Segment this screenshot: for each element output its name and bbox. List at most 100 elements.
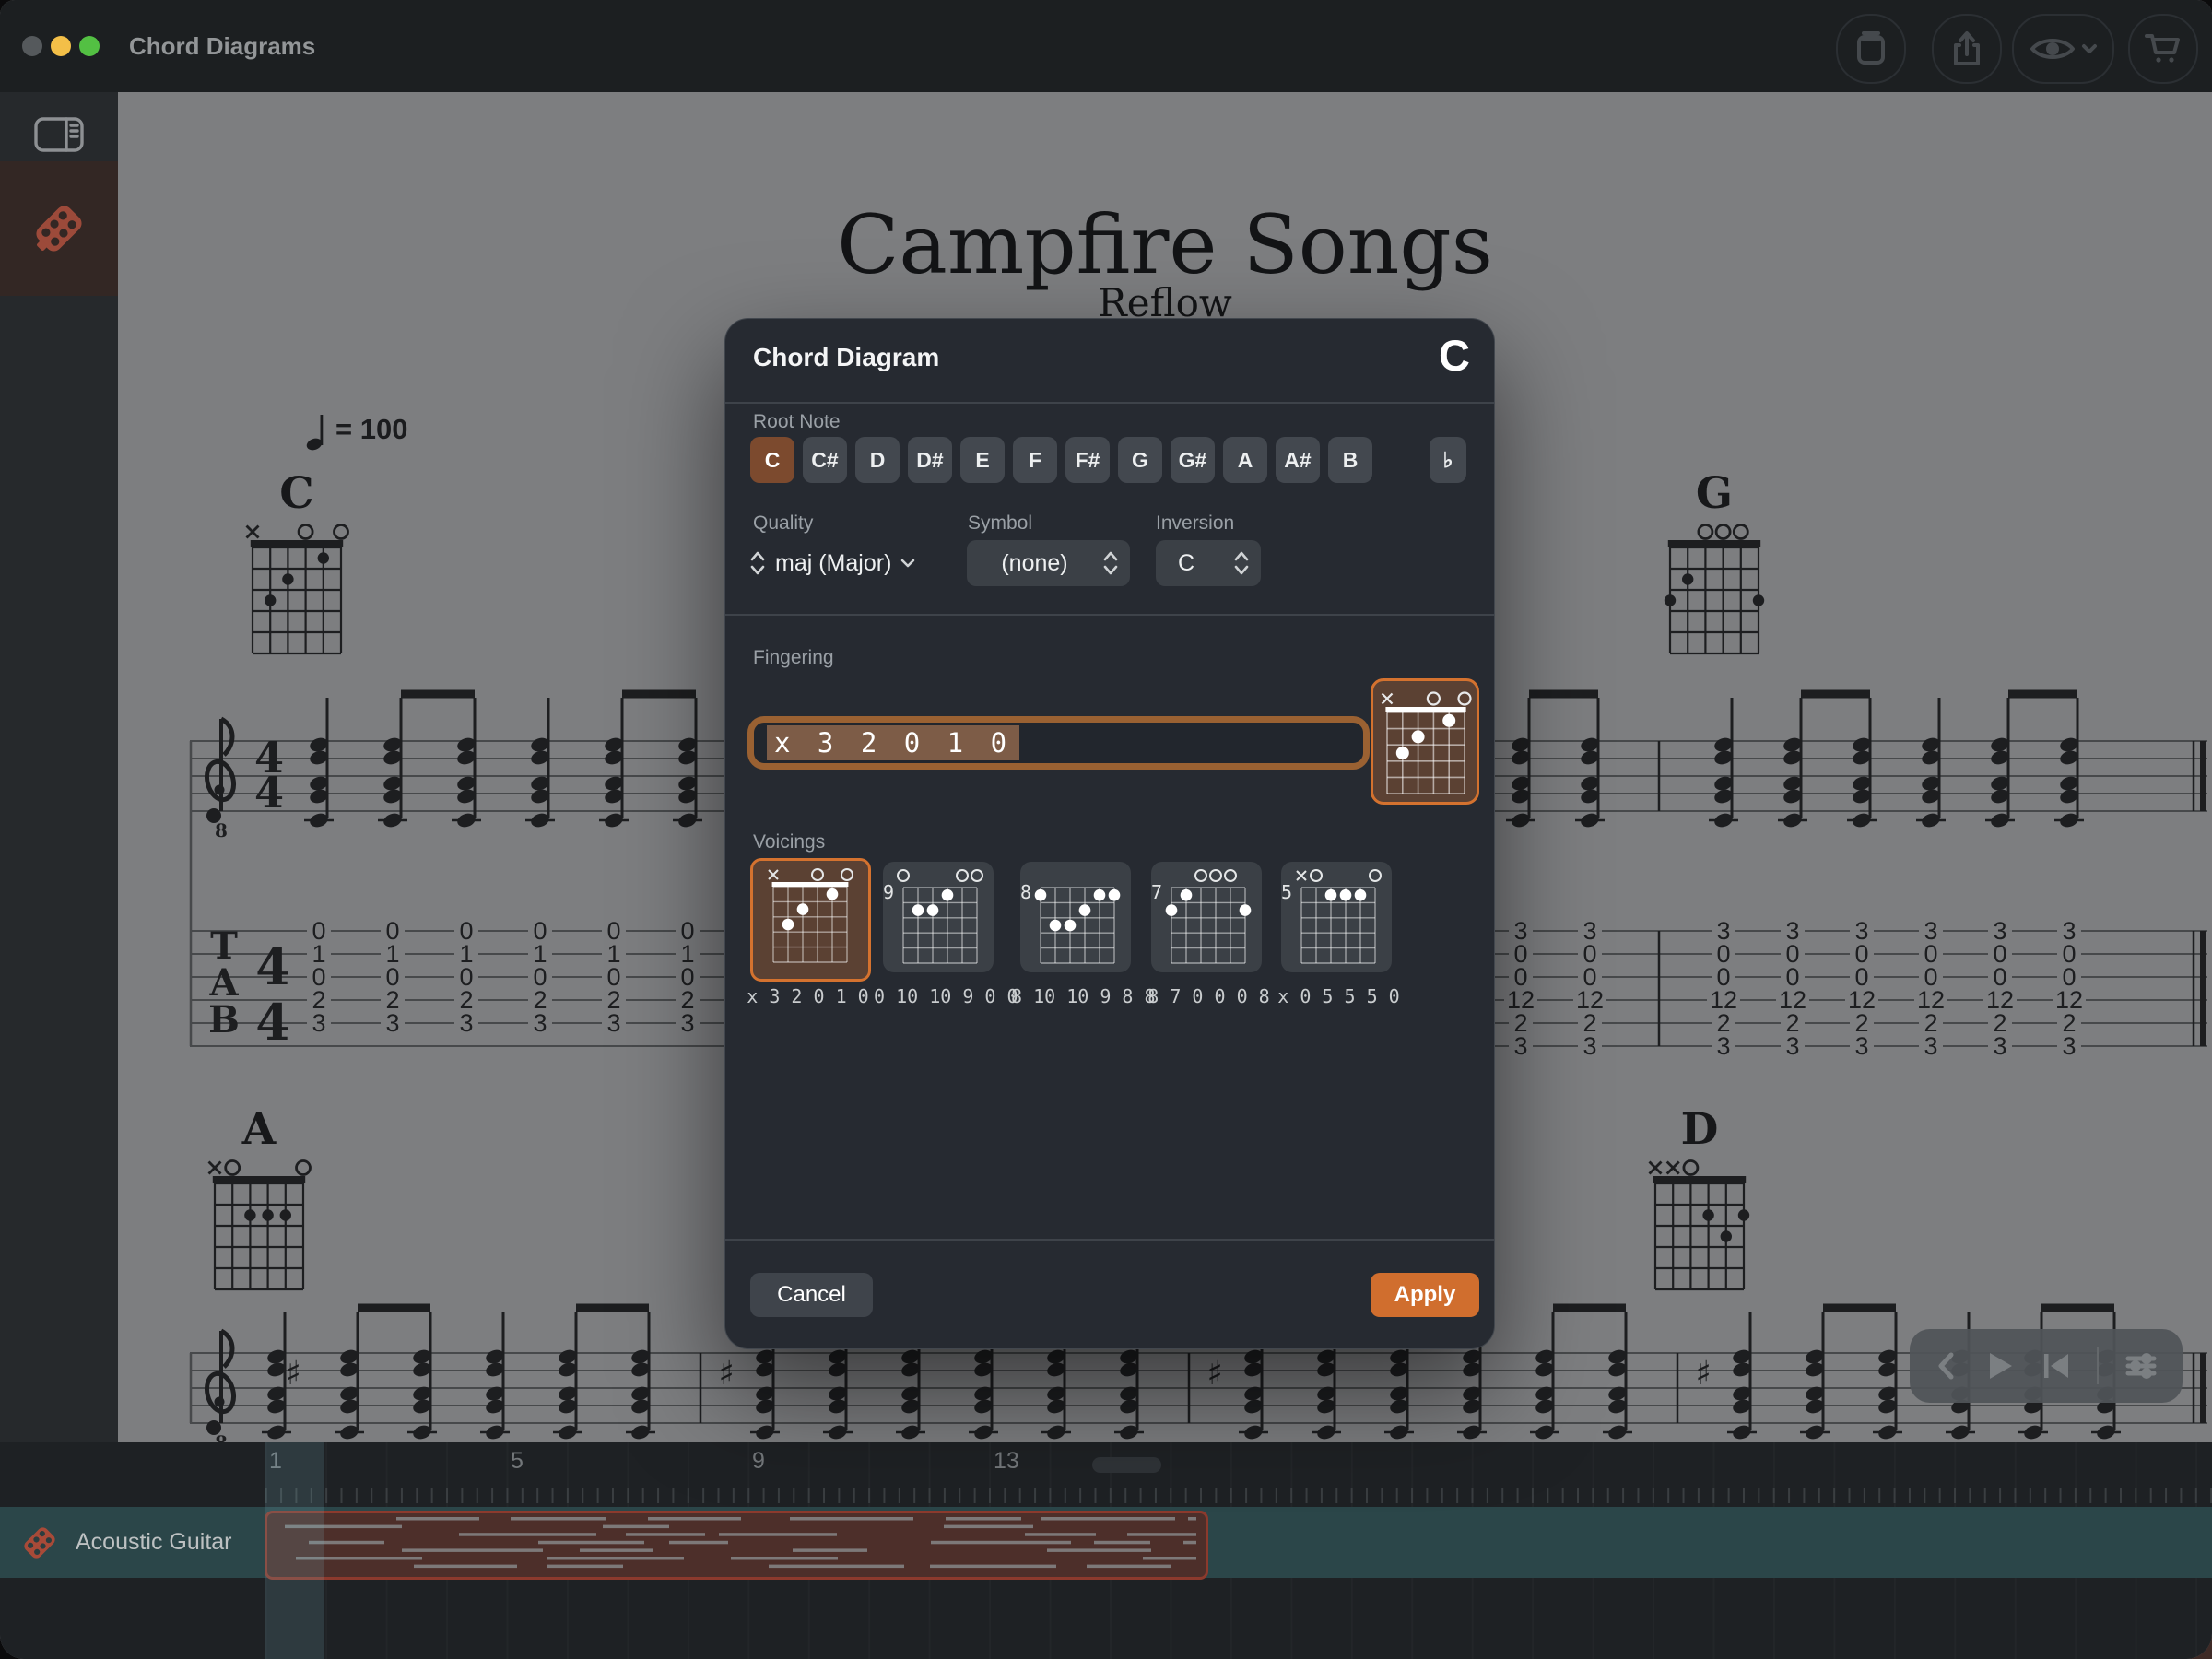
svg-text:4: 4 bbox=[254, 768, 284, 818]
track-clip[interactable] bbox=[265, 1511, 1208, 1580]
svg-text:4: 4 bbox=[255, 937, 290, 996]
root-note-row: CC#DD#EFF#GG#AA#B ♭ bbox=[725, 437, 1494, 485]
root-note-D[interactable]: D bbox=[855, 437, 900, 483]
printer-icon bbox=[1851, 29, 1891, 69]
score-chord-diagram-D: D bbox=[1635, 1104, 1764, 1301]
svg-text:8: 8 bbox=[215, 1431, 228, 1442]
voicing-caption-5: x 0 5 5 5 0 bbox=[1272, 985, 1406, 1007]
voicing-card-1[interactable] bbox=[750, 858, 871, 982]
stepper-icon bbox=[1233, 548, 1250, 578]
svg-text:3: 3 bbox=[1513, 1032, 1527, 1060]
root-note-C[interactable]: C bbox=[750, 437, 794, 483]
bar-number-9: 9 bbox=[752, 1448, 765, 1475]
inversion-label: Inversion bbox=[1156, 512, 1234, 535]
voicings-row: x 3 2 0 1 090 10 10 9 0 088 10 10 9 8 87… bbox=[750, 858, 1478, 1015]
voicings-label: Voicings bbox=[753, 831, 825, 853]
timeline-panel: 15913 Acoustic Guitar bbox=[0, 1442, 2212, 1659]
chevron-down-icon bbox=[900, 558, 915, 569]
play-icon[interactable] bbox=[1984, 1349, 2016, 1382]
svg-text:3: 3 bbox=[1924, 1032, 1937, 1060]
dialog-chord-symbol: C bbox=[1439, 330, 1470, 381]
skip-to-start-icon[interactable] bbox=[2041, 1349, 2072, 1382]
sidebar-track-guitar[interactable] bbox=[0, 161, 118, 296]
playhead[interactable] bbox=[265, 1442, 324, 1659]
voicing-card-2[interactable]: 9 bbox=[883, 862, 994, 972]
svg-text:3: 3 bbox=[2062, 1032, 2076, 1060]
zoom-button[interactable] bbox=[79, 36, 100, 56]
eye-icon bbox=[2029, 29, 2099, 69]
score-chord-diagram-C: C bbox=[232, 468, 361, 665]
svg-text:3: 3 bbox=[1993, 1032, 2006, 1060]
panel-toggle-icon bbox=[31, 112, 87, 157]
voicing-card-4[interactable]: 7 bbox=[1151, 862, 1262, 972]
inversion-select[interactable]: C bbox=[1156, 540, 1261, 586]
symbol-select[interactable]: (none) bbox=[967, 540, 1130, 586]
svg-text:♯: ♯ bbox=[1695, 1355, 1711, 1393]
root-note-B[interactable]: B bbox=[1328, 437, 1372, 483]
timeline-scroll-pill[interactable] bbox=[1092, 1457, 1161, 1473]
divider bbox=[725, 614, 1494, 616]
sidebar bbox=[0, 92, 118, 1442]
svg-text:3: 3 bbox=[312, 1009, 325, 1037]
track-label[interactable]: Acoustic Guitar bbox=[0, 1507, 258, 1578]
divider bbox=[725, 402, 1494, 404]
mixer-icon[interactable] bbox=[2124, 1349, 2158, 1382]
voicing-caption-3: 8 10 10 9 8 8 bbox=[1011, 985, 1145, 1007]
score-chord-diagram-G: G bbox=[1650, 468, 1779, 665]
inversion-value: C bbox=[1178, 550, 1233, 577]
fingering-value: x 3 2 0 1 0 bbox=[767, 725, 1019, 760]
minimize-button[interactable] bbox=[51, 36, 71, 56]
svg-text:3: 3 bbox=[459, 1009, 473, 1037]
root-note-A[interactable]: A bbox=[1223, 437, 1267, 483]
share-button[interactable] bbox=[1932, 14, 2002, 84]
accidental-flat-button[interactable]: ♭ bbox=[1430, 437, 1466, 483]
view-options-button[interactable] bbox=[2012, 14, 2114, 84]
voicing-card-5[interactable]: 5 bbox=[1281, 862, 1392, 972]
track-row[interactable]: Acoustic Guitar bbox=[0, 1507, 2212, 1578]
cancel-button[interactable]: Cancel bbox=[750, 1273, 873, 1317]
cart-button[interactable] bbox=[2128, 14, 2198, 84]
chevron-down-icon bbox=[2084, 46, 2095, 52]
svg-text:♯: ♯ bbox=[285, 1355, 300, 1393]
app-window: Chord Diagrams bbox=[0, 0, 2212, 1659]
fingering-input[interactable]: x 3 2 0 1 0 bbox=[747, 716, 1370, 770]
svg-text:4: 4 bbox=[255, 993, 290, 1052]
cart-icon bbox=[2141, 29, 2185, 69]
svg-text:5: 5 bbox=[1281, 881, 1292, 903]
root-note-A#[interactable]: A# bbox=[1276, 437, 1320, 483]
chevron-left-icon[interactable] bbox=[1935, 1349, 1959, 1382]
svg-text:3: 3 bbox=[680, 1009, 694, 1037]
bar-number-5: 5 bbox=[511, 1448, 524, 1475]
svg-text:8: 8 bbox=[215, 819, 228, 841]
quality-label: Quality bbox=[753, 512, 813, 535]
root-note-G[interactable]: G bbox=[1118, 437, 1162, 483]
voicing-caption-4: 8 7 0 0 0 8 bbox=[1142, 985, 1276, 1007]
svg-text:3: 3 bbox=[385, 1009, 399, 1037]
printer-button[interactable] bbox=[1836, 14, 1906, 84]
score-chord-diagram-A: A bbox=[194, 1104, 324, 1301]
root-note-F[interactable]: F bbox=[1013, 437, 1057, 483]
root-note-E[interactable]: E bbox=[960, 437, 1005, 483]
voicing-card-3[interactable]: 8 bbox=[1020, 862, 1131, 972]
titlebar: Chord Diagrams bbox=[0, 0, 2212, 92]
svg-text:B: B bbox=[208, 998, 240, 1041]
root-note-C#[interactable]: C# bbox=[803, 437, 847, 483]
root-note-F#[interactable]: F# bbox=[1065, 437, 1110, 483]
quality-value: maj (Major) bbox=[775, 550, 891, 577]
quality-select[interactable]: maj (Major) bbox=[749, 540, 915, 586]
close-button[interactable] bbox=[22, 36, 42, 56]
svg-text:♯: ♯ bbox=[718, 1355, 734, 1393]
dialog-title: Chord Diagram bbox=[753, 343, 939, 372]
panel-toggle-button[interactable] bbox=[31, 112, 87, 157]
guitar-headstock-icon bbox=[24, 194, 94, 264]
svg-text:3: 3 bbox=[1785, 1032, 1799, 1060]
root-note-D#[interactable]: D# bbox=[908, 437, 952, 483]
up-down-icon bbox=[749, 548, 766, 578]
apply-button[interactable]: Apply bbox=[1371, 1273, 1479, 1317]
voicing-caption-1: x 3 2 0 1 0 bbox=[741, 985, 875, 1007]
svg-text:3: 3 bbox=[1583, 1032, 1596, 1060]
root-note-G#[interactable]: G# bbox=[1171, 437, 1215, 483]
svg-text:9: 9 bbox=[883, 881, 894, 903]
symbol-value: (none) bbox=[967, 550, 1102, 577]
fingering-label: Fingering bbox=[753, 647, 834, 669]
